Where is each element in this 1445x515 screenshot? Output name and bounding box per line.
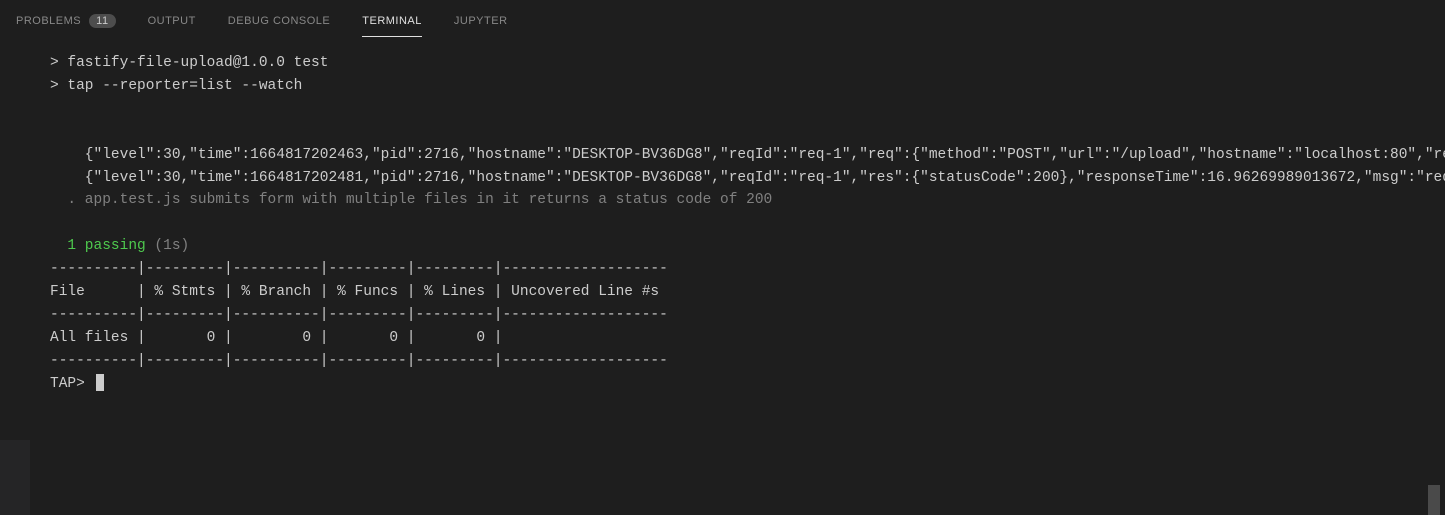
problems-count-badge: 11 — [89, 14, 115, 28]
tab-label: JUPYTER — [454, 15, 508, 27]
panel-tabs: PROBLEMS 11 OUTPUT DEBUG CONSOLE TERMINA… — [0, 0, 1445, 38]
tab-label: PROBLEMS — [16, 15, 81, 27]
tap-prompt: TAP> — [50, 376, 94, 392]
coverage-separator: ----------|---------|----------|--------… — [50, 353, 668, 369]
coverage-separator: ----------|---------|----------|--------… — [50, 307, 668, 323]
terminal-output[interactable]: > fastify-file-upload@1.0.0 test > tap -… — [0, 38, 1445, 396]
tab-label: DEBUG CONSOLE — [228, 15, 330, 27]
coverage-row: All files | 0 | 0 | 0 | 0 | — [50, 330, 668, 346]
activity-bar-edge — [0, 440, 30, 515]
tab-label: TERMINAL — [362, 15, 422, 27]
tab-output[interactable]: OUTPUT — [132, 9, 212, 33]
coverage-header: File | % Stmts | % Branch | % Funcs | % … — [50, 284, 668, 300]
tab-problems[interactable]: PROBLEMS 11 — [0, 8, 132, 34]
tap-command-line: > tap --reporter=list --watch — [50, 78, 302, 94]
npm-script-line: > fastify-file-upload@1.0.0 test — [50, 55, 328, 71]
tab-label: OUTPUT — [148, 15, 196, 27]
tab-terminal[interactable]: TERMINAL — [346, 9, 438, 33]
tab-debug-console[interactable]: DEBUG CONSOLE — [212, 9, 346, 33]
test-result-line: . app.test.js submits form with multiple… — [50, 192, 772, 208]
tab-jupyter[interactable]: JUPYTER — [438, 9, 524, 33]
passing-count: 1 passing — [50, 238, 146, 254]
coverage-separator: ----------|---------|----------|--------… — [50, 261, 668, 277]
cursor-icon — [96, 374, 104, 391]
log-line: {"level":30,"time":1664817202481,"pid":2… — [50, 170, 1445, 186]
log-line: {"level":30,"time":1664817202463,"pid":2… — [50, 147, 1445, 163]
passing-duration: (1s) — [146, 238, 190, 254]
scrollbar-thumb[interactable] — [1428, 485, 1440, 515]
